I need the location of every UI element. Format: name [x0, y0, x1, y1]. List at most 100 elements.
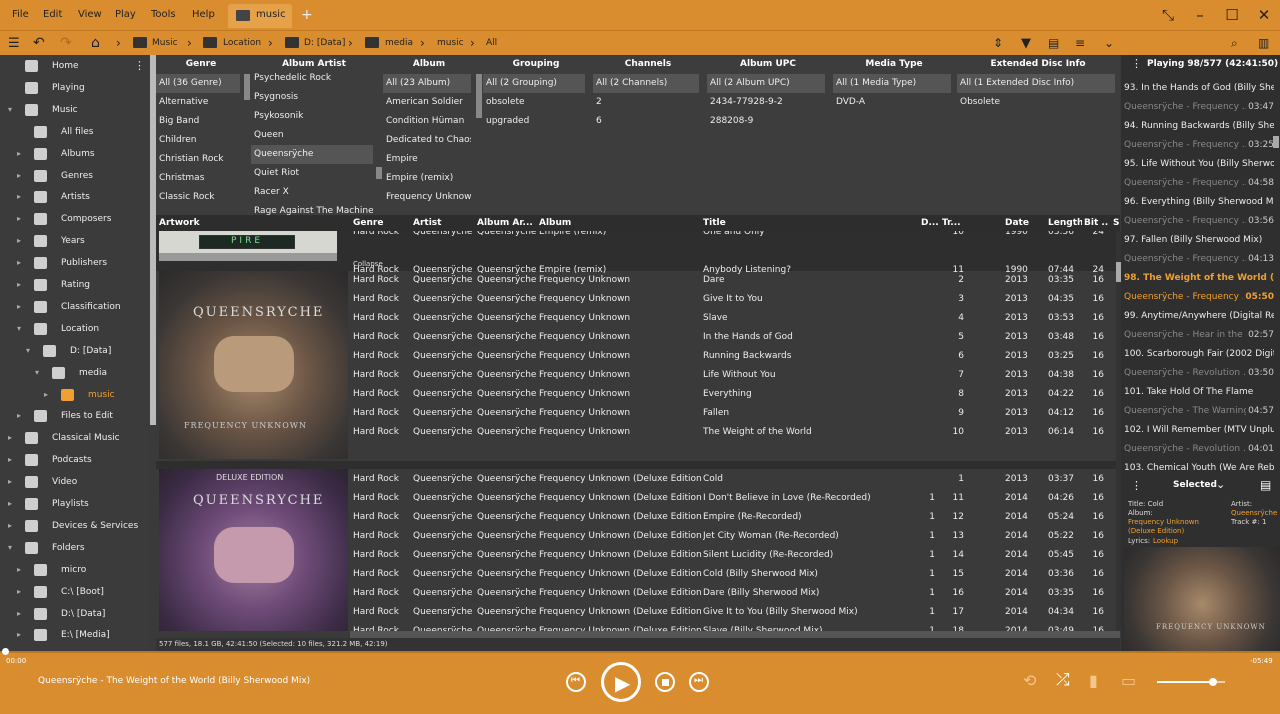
chevron-right-icon[interactable]: ▸ — [17, 406, 21, 426]
filter-item[interactable]: Queen — [251, 126, 373, 145]
chevron-right-icon[interactable]: ▸ — [17, 253, 21, 273]
chevron-right-icon[interactable]: ▸ — [17, 187, 21, 207]
filter-item[interactable]: All (2 Album UPC) — [707, 74, 825, 93]
sidebar-item[interactable]: ▸ Publishers — [0, 253, 148, 273]
search-icon[interactable]: ⌕ — [1231, 31, 1238, 56]
chevron-down-icon[interactable]: ▾ — [8, 100, 12, 120]
table-row[interactable]: Hard Rock Queensrÿche Queensrÿche Frequency… — [350, 423, 1116, 442]
horizontal-scrollbar[interactable] — [350, 631, 1120, 638]
column-header[interactable]: S — [1113, 215, 1119, 231]
sidebar-item[interactable]: ▸ Albums — [0, 144, 148, 164]
column-header[interactable]: Tr... — [942, 215, 972, 231]
column-header[interactable]: Genre — [353, 215, 413, 231]
now-playing-item[interactable]: Queensrÿche - Hear in the ... 02:57 — [1124, 326, 1274, 345]
filter-item[interactable]: All (2 Channels) — [593, 74, 699, 93]
panel-toggle-icon[interactable]: ▥ — [1258, 31, 1269, 56]
chevron-right-icon[interactable]: ▸ — [17, 144, 21, 164]
table-row[interactable]: Hard Rock Queensrÿche Queensrÿche Frequency… — [350, 489, 1116, 508]
chevron-down-icon[interactable]: ▾ — [26, 341, 30, 361]
table-row[interactable]: Hard Rock Queensrÿche Queensrÿche Frequency… — [350, 385, 1116, 404]
filter-item[interactable]: upgraded — [483, 112, 585, 131]
chevron-down-icon[interactable]: ⌄ — [1216, 478, 1225, 491]
filter-scrollbar[interactable] — [244, 74, 250, 100]
menu-file[interactable]: File — [12, 0, 29, 30]
filter-scrollbar[interactable] — [376, 167, 382, 179]
now-playing-item[interactable]: 96. Everything (Billy Sherwood Mi... — [1124, 193, 1274, 212]
chevron-right-icon[interactable]: ▸ — [17, 275, 21, 295]
breadcrumb-drive[interactable]: D: [Data] — [304, 31, 345, 56]
chevron-right-icon[interactable]: ▸ — [17, 604, 21, 624]
sidebar-item[interactable]: ▸ Playlists — [0, 494, 148, 514]
table-row[interactable]: Hard Rock Queensrÿche Queensrÿche Frequency… — [350, 622, 1116, 631]
table-row[interactable]: Hard Rock Queensrÿche Queensrÿche Frequency… — [350, 603, 1116, 622]
album-artwork-deluxe[interactable]: DELUXE EDITION QUEENSRYCHE — [159, 469, 348, 631]
filter-item[interactable]: 2434-77928-9-2 — [707, 93, 825, 112]
filter-item[interactable]: DVD-A — [833, 93, 951, 112]
filter-item[interactable]: All (1 Media Type) — [833, 74, 951, 93]
maximize-icon[interactable]: ☐ — [1216, 0, 1248, 30]
sidebar-item[interactable]: ▸ Classical Music — [0, 428, 148, 448]
now-playing-item[interactable]: 102. I Will Remember (MTV Unplu... — [1124, 421, 1274, 440]
filter-item[interactable]: 288208-9 — [707, 112, 825, 131]
column-header[interactable]: Bit ... — [1084, 215, 1108, 231]
column-header[interactable]: Length — [1048, 215, 1082, 231]
now-playing-item[interactable]: 95. Life Without You (Billy Sherwo... — [1124, 155, 1274, 174]
seek-bar[interactable] — [0, 651, 1280, 653]
chevron-down-icon[interactable]: ▾ — [8, 538, 12, 558]
column-header[interactable]: Album Ar... — [477, 215, 537, 231]
breadcrumb-folder[interactable]: music — [437, 31, 464, 56]
more-icon[interactable]: ⋮ — [134, 56, 145, 76]
chevron-right-icon[interactable]: ▸ — [17, 231, 21, 251]
sidebar-item[interactable]: ▸ Classification — [0, 297, 148, 317]
sidebar-item[interactable]: Playing — [0, 78, 148, 98]
chevron-right-icon[interactable]: ▸ — [8, 450, 12, 470]
table-row[interactable]: Hard Rock Queensrÿche Queensrÿche Frequency… — [350, 565, 1116, 584]
breadcrumb-music[interactable]: Music — [152, 31, 178, 56]
table-row[interactable]: Hard Rock Queensrÿche Queensrÿche Frequency… — [350, 328, 1116, 347]
play-icon[interactable]: ▶ — [601, 662, 641, 702]
now-playing-item[interactable]: Queensrÿche - Revolution ... 03:50 — [1124, 364, 1274, 383]
chevron-right-icon[interactable]: ▸ — [17, 625, 21, 645]
undo-icon[interactable]: ↶ — [33, 31, 45, 56]
now-playing-item[interactable]: 101. Take Hold Of The Flame — [1124, 383, 1274, 402]
breadcrumb-location[interactable]: Location — [223, 31, 261, 56]
filter-scrollbar[interactable] — [476, 74, 482, 118]
sidebar-item[interactable]: ▸ micro — [0, 560, 148, 580]
chevron-right-icon[interactable]: ▸ — [8, 472, 12, 492]
album-artwork-frequency-unknown[interactable]: QUEENSRYCHE FREQUENCY UNKNOWN — [159, 271, 348, 459]
filter-item[interactable]: All (23 Album) — [383, 74, 471, 93]
more-icon[interactable]: ⋮ — [1131, 479, 1142, 492]
chevron-right-icon[interactable]: ▸ — [8, 428, 12, 448]
filter-item[interactable]: Condition Hüman — [383, 112, 471, 131]
table-row[interactable]: Hard Rock Queensrÿche Queensrÿche Frequency… — [350, 366, 1116, 385]
sort-icon[interactable]: ⇕ — [993, 31, 1003, 56]
filter-item[interactable]: All (2 Grouping) — [483, 74, 585, 93]
seek-handle[interactable] — [2, 648, 9, 655]
now-playing-item[interactable]: 99. Anytime/Anywhere (Digital Re... — [1124, 307, 1274, 326]
now-playing-item[interactable]: Queensrÿche - Frequency ... 03:56 — [1124, 212, 1274, 231]
sidebar-item[interactable]: ▸ Years — [0, 231, 148, 251]
chevron-right-icon[interactable]: ▸ — [8, 494, 12, 514]
sidebar-item[interactable]: ▸ D:\ [Data] — [0, 604, 148, 624]
chevron-right-icon[interactable]: ▸ — [17, 560, 21, 580]
now-playing-item[interactable]: 93. In the Hands of God (Billy She... — [1124, 79, 1274, 98]
column-header[interactable]: Date — [1005, 215, 1045, 231]
table-row[interactable]: Hard Rock Queensrÿche Queensrÿche Frequency… — [350, 508, 1116, 527]
previous-icon[interactable]: ⏮ — [566, 672, 586, 692]
next-icon[interactable]: ⏭ — [689, 672, 709, 692]
filter-item[interactable]: Psykosonik — [251, 107, 373, 126]
sidebar-item[interactable]: ▸ Devices & Services — [0, 516, 148, 536]
filter-item[interactable]: Frequency Unknown — [383, 188, 471, 207]
redo-icon[interactable]: ↷ — [60, 31, 72, 56]
chevron-right-icon[interactable]: ▸ — [17, 297, 21, 317]
filter-item[interactable]: Empire — [383, 150, 471, 169]
sidebar-item[interactable]: ▾ Folders — [0, 538, 148, 558]
sidebar-item[interactable]: ▾ Music — [0, 100, 148, 120]
filter-item[interactable]: Empire (remix) — [383, 169, 471, 188]
filter-header-ext_disc[interactable]: Extended Disc Info — [956, 55, 1120, 73]
table-row[interactable]: Hard Rock Queensrÿche Queensrÿche Frequency… — [350, 527, 1116, 546]
now-playing-item[interactable]: Queensrÿche - Revolution ... 04:01 — [1124, 440, 1274, 459]
now-playing-item[interactable]: Queensrÿche - Frequency ... 03:47 — [1124, 98, 1274, 117]
repeat-icon[interactable]: ⟲ — [1023, 671, 1036, 690]
filter-header-media_type[interactable]: Media Type — [832, 55, 956, 73]
